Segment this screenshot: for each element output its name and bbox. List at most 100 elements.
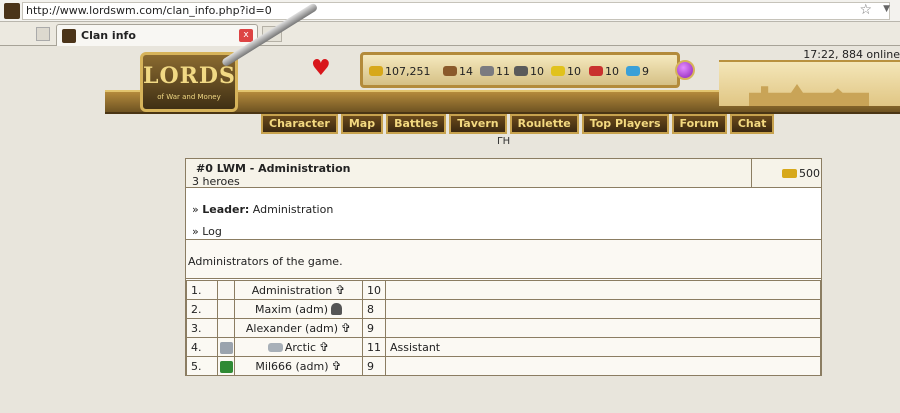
mercury-icon <box>514 66 528 76</box>
clan-gold-value: 500 <box>799 167 820 180</box>
site-favicon-icon <box>4 3 20 19</box>
resources-panel: 107,251 14 11 10 10 10 9 <box>360 52 680 88</box>
table-row: 5. Mil666 (adm) ✞ 9 <box>186 356 821 376</box>
logo-word: LORDS <box>143 63 236 89</box>
log-link[interactable]: Log <box>202 225 222 238</box>
resource-wood: 14 <box>443 65 473 78</box>
address-bar: http://www.lordswm.com/clan_info.php?id=… <box>0 0 900 22</box>
clan-title: #0 LWM - Administration <box>196 162 351 175</box>
tab-bar: Clan info x + <box>0 22 900 46</box>
table-row: 3. Alexander (adm) ✞ 9 <box>186 318 821 338</box>
gold-icon <box>782 169 797 178</box>
member-number: 3. <box>186 318 218 338</box>
member-name-link[interactable]: Arctic <box>285 341 316 354</box>
member-name-cell: Maxim (adm) <box>234 299 363 319</box>
clan-info-panel: #0 LWM - Administration 3 heroes 500 » L… <box>185 158 822 376</box>
member-number: 2. <box>186 299 218 319</box>
cross-icon: ✞ <box>319 340 330 354</box>
clan-log: » Log <box>192 225 222 238</box>
gold-icon <box>369 66 383 76</box>
menu-map[interactable]: Map <box>340 114 384 134</box>
mana-orb-icon[interactable] <box>675 60 695 80</box>
member-name-cell: Mil666 (adm) ✞ <box>234 356 363 376</box>
url-dropdown-icon[interactable]: ▼ <box>883 4 890 14</box>
guild-badge-icon[interactable] <box>219 360 233 373</box>
resource-ore: 11 <box>480 65 510 78</box>
member-name-cell: Administration ✞ <box>234 280 363 300</box>
member-name-link[interactable]: Maxim (adm) <box>255 303 328 316</box>
table-row: 2. Maxim (adm) 8 <box>186 299 821 319</box>
members-table: 1. Administration ✞ 10 2. Maxim (adm) 8 3… <box>186 280 821 376</box>
member-status <box>385 356 821 376</box>
url-input[interactable]: http://www.lordswm.com/clan_info.php?id=… <box>22 2 890 20</box>
clan-gold: 500 <box>751 159 821 188</box>
cross-icon: ✞ <box>341 321 352 335</box>
member-name-link[interactable]: Administration <box>252 284 333 297</box>
resource-gold: 107,251 <box>369 65 431 78</box>
member-level: 8 <box>362 299 386 319</box>
table-row: 4. Arctic ✞ 11 Assistant <box>186 337 821 357</box>
menu-tavern[interactable]: Tavern <box>449 114 507 134</box>
member-level: 11 <box>362 337 386 357</box>
member-number: 1. <box>186 280 218 300</box>
member-level: 10 <box>362 280 386 300</box>
member-status: Assistant <box>385 337 821 357</box>
member-level: 9 <box>362 318 386 338</box>
menu-top-players[interactable]: Top Players <box>581 114 669 134</box>
menu-chat[interactable]: Chat <box>729 114 775 134</box>
tab-clan-info[interactable]: Clan info x <box>56 24 258 46</box>
menu-battles[interactable]: Battles <box>386 114 447 134</box>
resource-sulfur: 10 <box>551 65 581 78</box>
main-menu: Character Map Battles Tavern Roulette To… <box>261 114 775 134</box>
class-icon <box>267 343 283 352</box>
member-status <box>385 299 821 319</box>
ore-icon <box>480 66 494 76</box>
leader-link[interactable]: Administration <box>253 203 334 216</box>
resource-crystal: 10 <box>589 65 619 78</box>
castle-banner <box>719 60 900 106</box>
sulfur-icon <box>551 66 565 76</box>
clan-header: #0 LWM - Administration 3 heroes 500 <box>186 159 821 188</box>
tab-close-icon[interactable]: x <box>239 29 253 42</box>
clan-description: Administrators of the game. <box>188 255 343 268</box>
menu-character[interactable]: Character <box>261 114 338 134</box>
cross-icon: ✞ <box>335 283 346 297</box>
member-badge <box>217 280 235 300</box>
time-online: 17:22, 884 online <box>803 48 900 61</box>
member-badge <box>217 356 235 376</box>
wood-icon <box>443 66 457 76</box>
member-name-cell: Arctic ✞ <box>234 337 363 357</box>
table-row: 1. Administration ✞ 10 <box>186 280 821 300</box>
resource-mercury: 10 <box>514 65 544 78</box>
leader-label: Leader: <box>202 203 250 216</box>
member-status <box>385 318 821 338</box>
member-name-link[interactable]: Mil666 (adm) <box>255 360 328 373</box>
bookmark-star-icon[interactable]: ☆ <box>859 2 872 18</box>
tab-list-button[interactable] <box>36 27 50 41</box>
member-badge <box>217 318 235 338</box>
header-sub-label[interactable]: ΓΗ <box>497 136 510 147</box>
clan-leader: » Leader: Administration <box>192 203 333 216</box>
menu-roulette[interactable]: Roulette <box>509 114 579 134</box>
guild-badge-icon[interactable] <box>219 341 233 354</box>
log-bullet: » <box>192 225 203 238</box>
member-number: 5. <box>186 356 218 376</box>
menu-forum[interactable]: Forum <box>671 114 727 134</box>
logo-tagline: of War and Money <box>157 93 221 101</box>
member-badge <box>217 337 235 357</box>
cross-icon: ✞ <box>331 359 342 373</box>
castle-icon <box>749 84 869 106</box>
member-status <box>385 280 821 300</box>
resource-gems: 9 <box>626 65 649 78</box>
tab-favicon-icon <box>62 29 76 43</box>
tab-title: Clan info <box>81 29 136 42</box>
member-level: 9 <box>362 356 386 376</box>
gems-icon <box>626 66 640 76</box>
game-header: LORDS of War and Money ♥ 107,251 14 11 1… <box>105 2 900 147</box>
crystal-icon <box>589 66 603 76</box>
helmet-icon <box>331 302 343 315</box>
heart-icon[interactable]: ♥ <box>311 58 331 80</box>
member-badge <box>217 299 235 319</box>
member-name-link[interactable]: Alexander (adm) <box>246 322 338 335</box>
leader-bullet: » <box>192 203 203 216</box>
